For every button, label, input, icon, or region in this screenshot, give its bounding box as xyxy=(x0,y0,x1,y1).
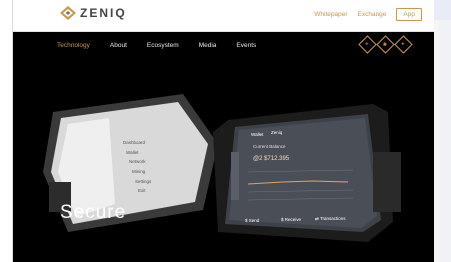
left-menu-item: Exit xyxy=(138,188,146,193)
send-button: $ Send xyxy=(245,218,260,223)
transactions-button: ⇄ Transactions xyxy=(315,216,346,221)
logo-text: ZENIQ xyxy=(80,6,127,20)
balance-value: @2 $712.395 xyxy=(253,156,290,162)
whitepaper-link[interactable]: Whitepaper xyxy=(314,11,347,18)
right-tab-wallet: Wallet xyxy=(251,132,264,137)
right-tablet: Wallet Zeniq Current Balance @2 $712.395… xyxy=(213,104,401,242)
left-menu-item: Network xyxy=(129,159,146,164)
page: ZENIQ Whitepaper Exchange App Technology… xyxy=(0,0,451,262)
exchange-link[interactable]: Exchange xyxy=(358,11,387,18)
left-menu-item: Dashboard xyxy=(123,140,146,145)
header-links: Whitepaper Exchange App xyxy=(314,8,422,21)
left-menu-item: Settings xyxy=(135,179,152,184)
right-tab-zeniq: Zeniq xyxy=(271,130,283,135)
site-header: ZENIQ Whitepaper Exchange App xyxy=(13,0,434,32)
right-tablet-stand xyxy=(373,152,401,212)
left-edge-panel xyxy=(0,0,13,262)
logo[interactable]: ZENIQ xyxy=(60,6,127,20)
right-edge-panel xyxy=(411,0,451,262)
left-menu-item: Mining xyxy=(132,169,146,174)
receive-button: $ Receive xyxy=(281,217,302,222)
app-button[interactable]: App xyxy=(396,8,422,21)
hero-caption: Secure xyxy=(60,202,127,223)
zeniq-logo-icon xyxy=(60,6,76,20)
balance-label: Current Balance xyxy=(253,144,286,149)
tablets-illustration: Dashboard Wallet Network Mining Settings… xyxy=(43,94,401,242)
left-menu-item: Wallet xyxy=(126,150,139,155)
hero-section: Technology About Ecosystem Media Events … xyxy=(13,32,434,262)
